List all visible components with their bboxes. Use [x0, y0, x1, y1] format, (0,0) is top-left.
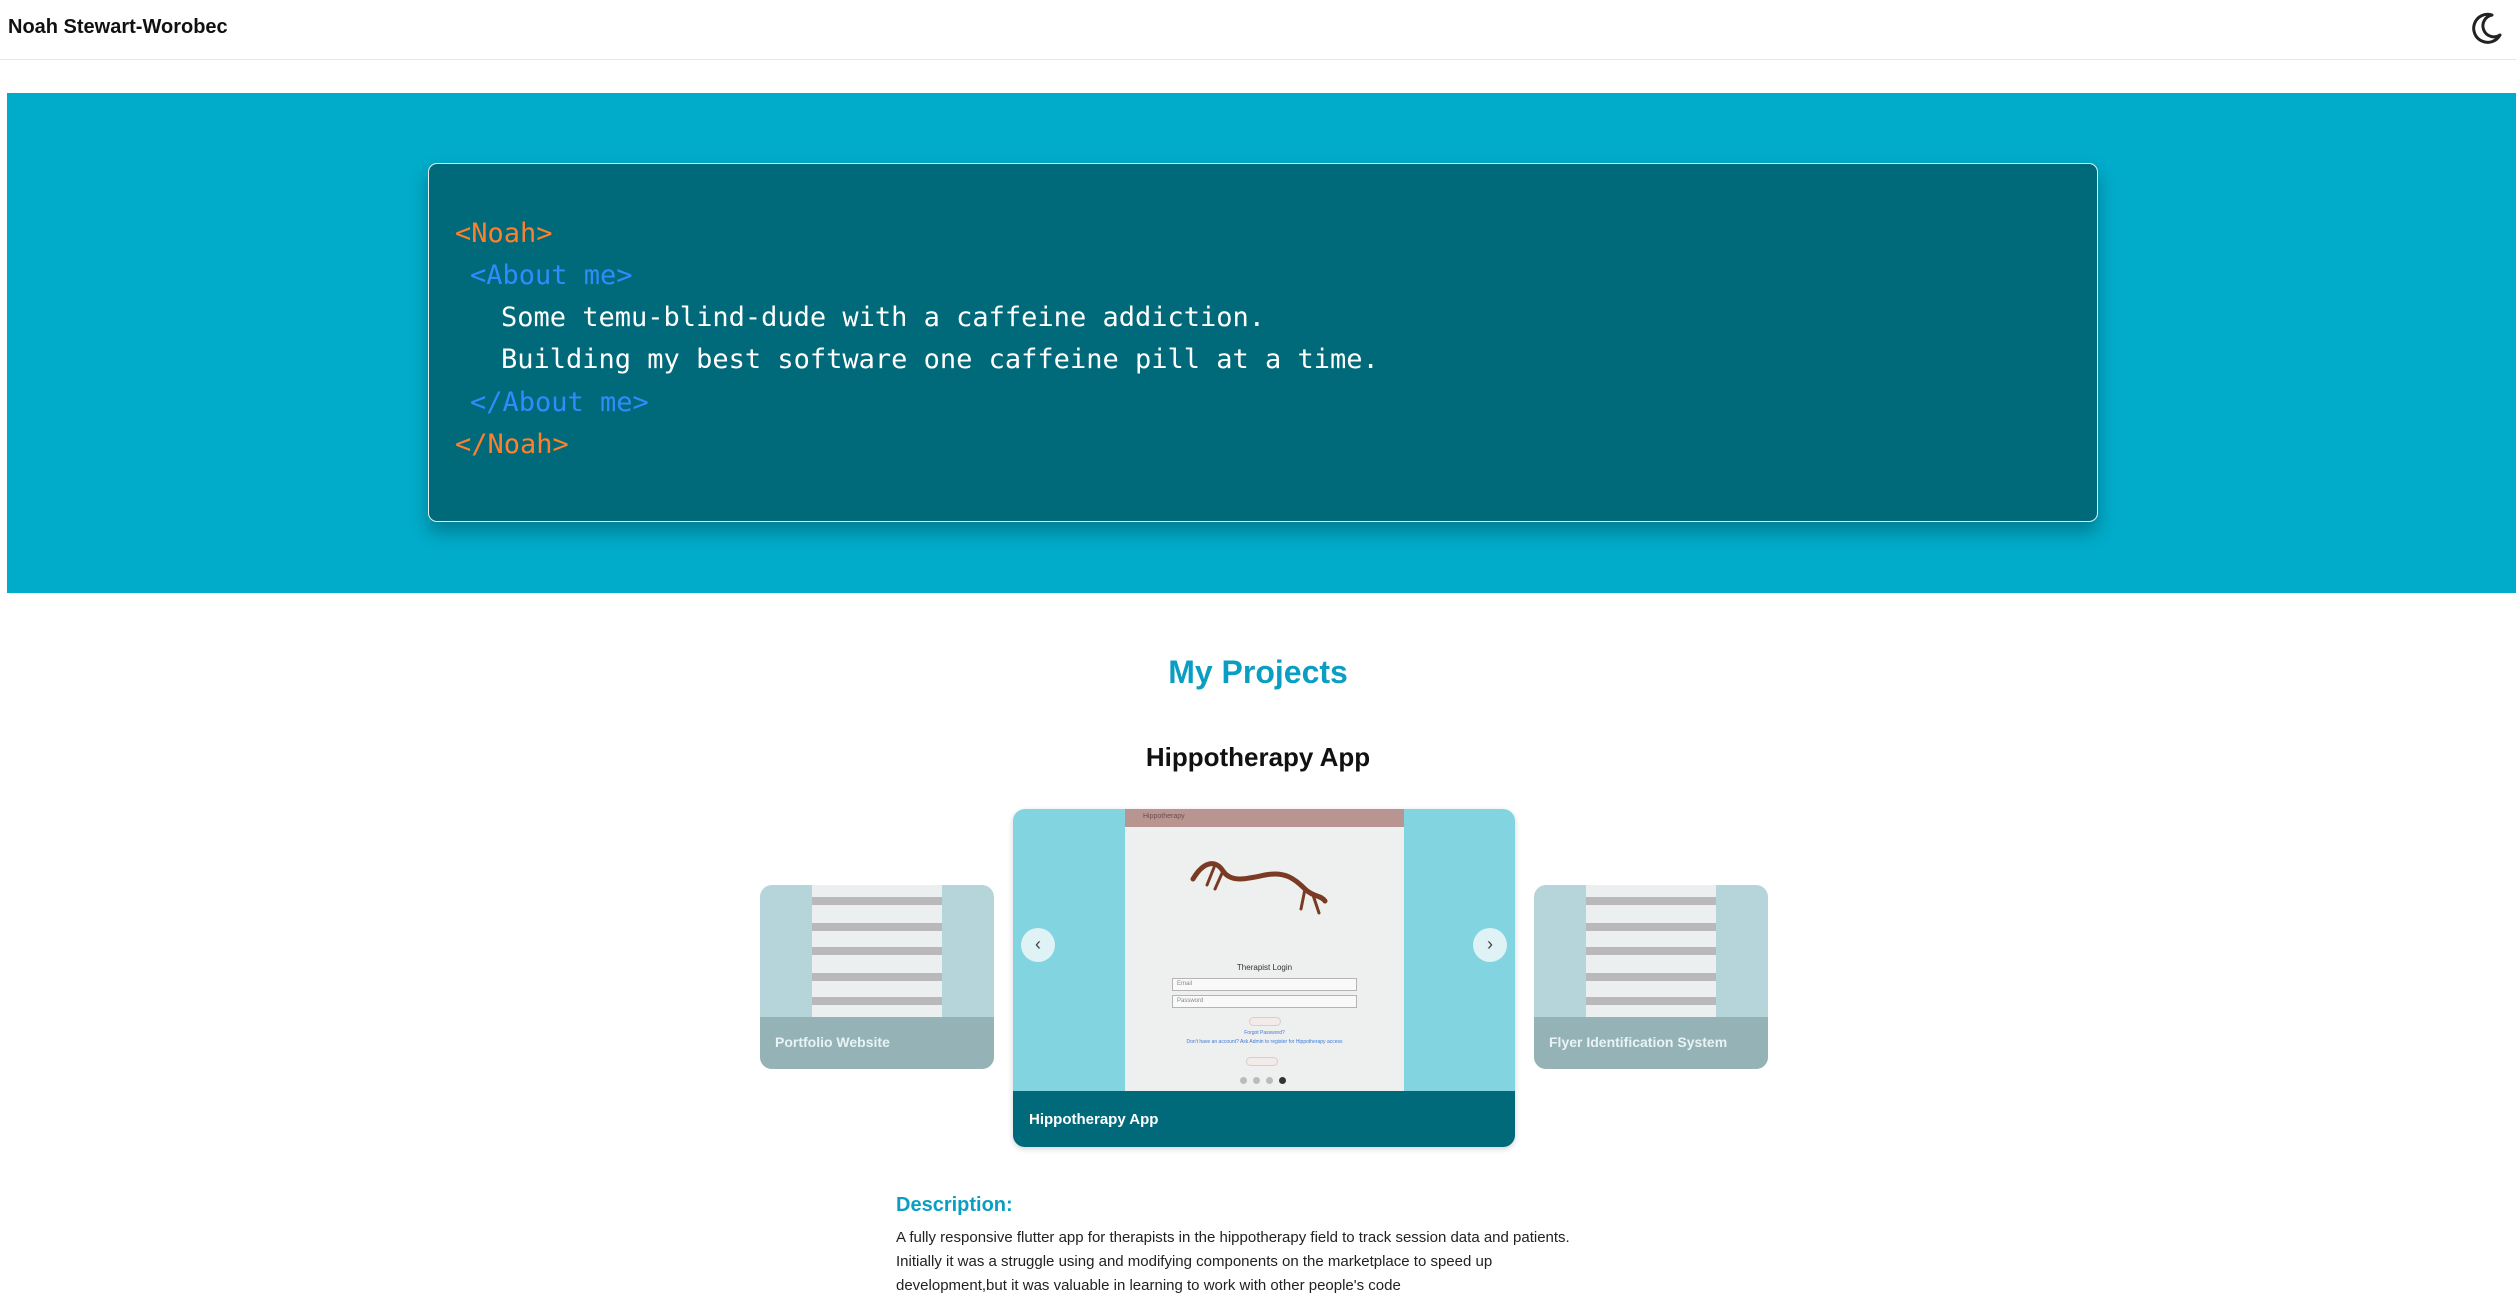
description-line: Initially it was a struggle using and mo… — [896, 1253, 1493, 1270]
project-card-flyer-identification[interactable]: Flyer Identification System — [1534, 885, 1768, 1069]
site-name[interactable]: Noah Stewart-Worobec — [8, 16, 228, 39]
description-heading: Description: — [896, 1194, 1013, 1216]
projects-section-title: My Projects — [1168, 654, 1348, 690]
project-screenshot — [1586, 885, 1716, 1017]
noah-close-tag: </Noah> — [455, 429, 569, 460]
project-screenshot: Hippotherapy Therapist Login Email Passw… — [1125, 809, 1404, 1091]
about-me-open-tag: <About me> — [470, 260, 633, 291]
current-project-title: Hippotherapy App — [1145, 742, 1371, 772]
description-line: development,but it was valuable in learn… — [896, 1277, 1401, 1294]
screenshot-login-title: Therapist Login — [1236, 963, 1293, 972]
about-me-close-tag: </About me> — [470, 387, 649, 418]
screenshot-app-bar: Hippotherapy — [1125, 809, 1404, 827]
top-navbar: Noah Stewart-Worobec — [0, 0, 2516, 60]
project-card-hippotherapy-app[interactable]: Hippotherapy Therapist Login Email Passw… — [1013, 809, 1515, 1147]
bio-line-1: Some temu-blind-dude with a caffeine add… — [501, 302, 1266, 333]
noah-open-tag: <Noah> — [455, 218, 553, 249]
moon-icon[interactable] — [2466, 8, 2506, 48]
screenshot-page-dot — [1253, 1077, 1260, 1084]
screenshot-password-field: Password — [1172, 995, 1357, 1008]
screenshot-guest-button — [1246, 1057, 1278, 1066]
screenshot-email-field: Email — [1172, 978, 1357, 991]
project-card-caption: Portfolio Website — [760, 1017, 994, 1069]
description-line: A fully responsive flutter app for thera… — [896, 1229, 1570, 1246]
screenshot-page-dot — [1266, 1077, 1273, 1084]
project-card-portfolio-website[interactable]: Portfolio Website — [760, 885, 994, 1069]
project-card-caption: Hippotherapy App — [1013, 1091, 1515, 1147]
screenshot-signup-link: Don't have an account? Ask Admin to regi… — [1186, 1039, 1343, 1045]
screenshot-login-button — [1249, 1017, 1281, 1026]
chevron-right-icon[interactable]: › — [1473, 928, 1507, 962]
project-screenshot — [812, 885, 942, 1017]
screenshot-page-dot-active — [1279, 1077, 1286, 1084]
hero-banner: <Noah> <About me> Some temu-blind-dude w… — [7, 93, 2516, 593]
screenshot-page-dot — [1240, 1077, 1247, 1084]
screenshot-forgot-link: Forgot Password? — [1244, 1030, 1285, 1036]
about-me-code-card: <Noah> <About me> Some temu-blind-dude w… — [428, 163, 2098, 522]
chevron-left-icon[interactable]: ‹ — [1021, 928, 1055, 962]
project-card-caption: Flyer Identification System — [1534, 1017, 1768, 1069]
bio-line-2: Building my best software one caffeine p… — [501, 344, 1379, 375]
horse-logo-icon — [1190, 861, 1328, 915]
